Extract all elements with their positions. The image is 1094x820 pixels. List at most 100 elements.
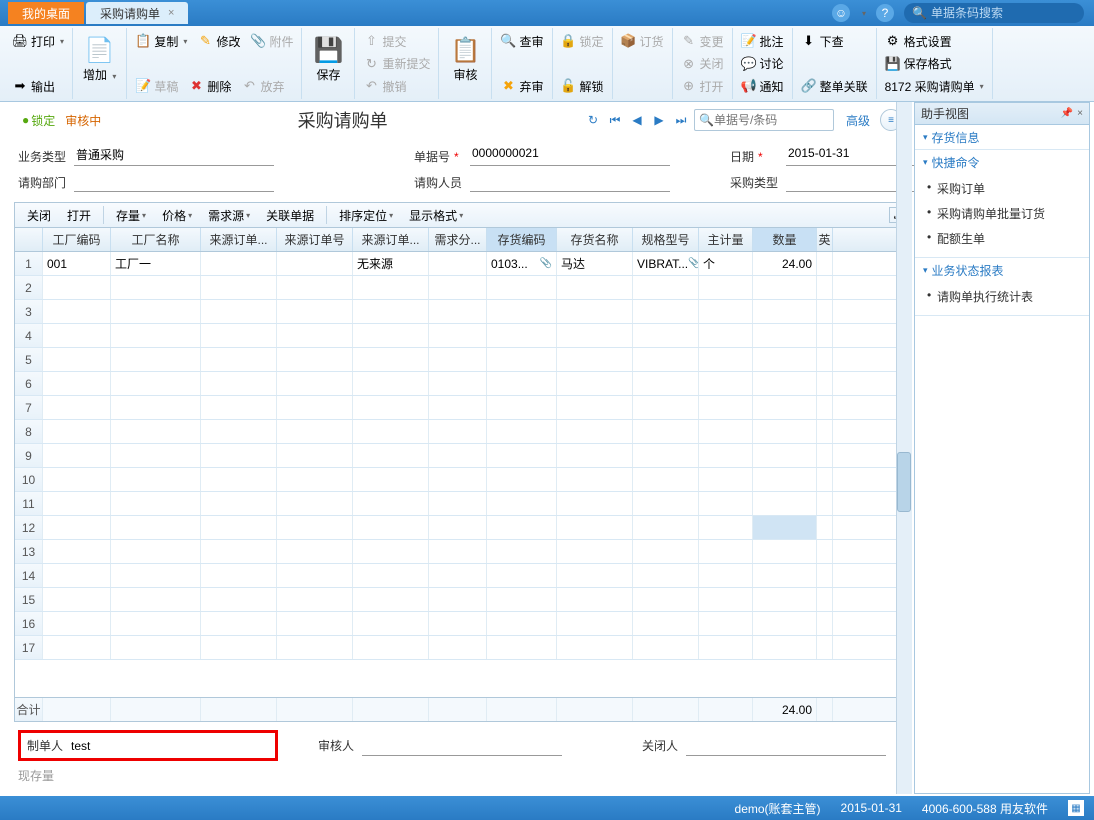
grid-sort-button[interactable]: 排序定位▾ bbox=[333, 205, 399, 226]
table-cell[interactable] bbox=[43, 636, 111, 659]
table-cell[interactable]: 个 bbox=[699, 252, 753, 275]
table-cell[interactable] bbox=[487, 420, 557, 443]
table-cell[interactable] bbox=[487, 588, 557, 611]
table-cell[interactable] bbox=[111, 372, 201, 395]
format-name-dropdown[interactable]: 8172 采购请购单▾ bbox=[881, 75, 988, 97]
open-button[interactable]: ⊕打开 bbox=[677, 75, 728, 97]
copy-button[interactable]: 📋复制▾ bbox=[131, 30, 191, 52]
print-button[interactable]: 🖨打印▾ bbox=[8, 30, 68, 52]
table-cell[interactable] bbox=[487, 396, 557, 419]
table-cell[interactable] bbox=[817, 324, 833, 347]
table-cell[interactable] bbox=[699, 444, 753, 467]
table-cell[interactable] bbox=[633, 468, 699, 491]
first-button[interactable]: ⏮ bbox=[606, 111, 624, 129]
table-cell[interactable] bbox=[557, 420, 633, 443]
table-cell[interactable]: 12 bbox=[15, 516, 43, 539]
table-cell[interactable] bbox=[817, 516, 833, 539]
table-cell[interactable]: 17 bbox=[15, 636, 43, 659]
table-cell[interactable] bbox=[353, 540, 429, 563]
table-row[interactable]: 13 bbox=[15, 540, 909, 564]
table-cell[interactable] bbox=[353, 372, 429, 395]
table-cell[interactable] bbox=[201, 372, 277, 395]
column-header[interactable]: 数量 bbox=[753, 228, 817, 251]
table-cell[interactable] bbox=[277, 540, 353, 563]
table-row[interactable]: 16 bbox=[15, 612, 909, 636]
table-cell[interactable] bbox=[557, 444, 633, 467]
table-cell[interactable] bbox=[201, 636, 277, 659]
column-header[interactable]: 工厂名称 bbox=[111, 228, 201, 251]
close-button[interactable]: ⊗关闭 bbox=[677, 53, 728, 75]
table-cell[interactable] bbox=[753, 564, 817, 587]
table-cell[interactable] bbox=[353, 300, 429, 323]
table-cell[interactable] bbox=[699, 540, 753, 563]
table-cell[interactable] bbox=[277, 492, 353, 515]
table-cell[interactable] bbox=[277, 612, 353, 635]
table-cell[interactable] bbox=[487, 636, 557, 659]
audit-button[interactable]: 📋 审核 bbox=[443, 30, 487, 87]
table-cell[interactable] bbox=[277, 444, 353, 467]
table-cell[interactable] bbox=[353, 468, 429, 491]
table-cell[interactable] bbox=[633, 420, 699, 443]
table-cell[interactable] bbox=[277, 324, 353, 347]
table-cell[interactable] bbox=[429, 564, 487, 587]
sidebar-item[interactable]: 采购订单 bbox=[915, 176, 1089, 201]
table-cell[interactable] bbox=[633, 516, 699, 539]
table-cell[interactable]: 4 bbox=[15, 324, 43, 347]
table-cell[interactable] bbox=[277, 564, 353, 587]
table-cell[interactable] bbox=[487, 444, 557, 467]
table-cell[interactable] bbox=[753, 492, 817, 515]
table-cell[interactable] bbox=[753, 612, 817, 635]
scrollbar-vertical[interactable] bbox=[896, 102, 912, 794]
table-cell[interactable] bbox=[557, 372, 633, 395]
table-row[interactable]: 10 bbox=[15, 468, 909, 492]
grid-stock-button[interactable]: 存量▾ bbox=[110, 205, 152, 226]
column-header[interactable]: 规格型号 bbox=[633, 228, 699, 251]
table-cell[interactable]: VIBRAT...📎 bbox=[633, 252, 699, 275]
table-cell[interactable] bbox=[429, 516, 487, 539]
table-cell[interactable] bbox=[753, 348, 817, 371]
refresh-button[interactable]: ↻ bbox=[584, 111, 602, 129]
table-cell[interactable] bbox=[111, 516, 201, 539]
pin-icon[interactable]: 📌 bbox=[1061, 108, 1073, 119]
table-cell[interactable] bbox=[201, 420, 277, 443]
table-cell[interactable] bbox=[111, 300, 201, 323]
table-cell[interactable] bbox=[43, 612, 111, 635]
table-cell[interactable] bbox=[487, 324, 557, 347]
grid-display-button[interactable]: 显示格式▾ bbox=[403, 205, 469, 226]
table-cell[interactable] bbox=[487, 348, 557, 371]
table-cell[interactable] bbox=[111, 348, 201, 371]
table-cell[interactable] bbox=[699, 516, 753, 539]
tab-desktop[interactable]: 我的桌面 bbox=[8, 2, 84, 24]
table-cell[interactable] bbox=[277, 276, 353, 299]
table-cell[interactable] bbox=[557, 588, 633, 611]
sidebar-section-header[interactable]: ▾业务状态报表 bbox=[915, 258, 1089, 282]
table-cell[interactable]: 11 bbox=[15, 492, 43, 515]
qr-icon[interactable]: ▦ bbox=[1068, 800, 1084, 816]
table-cell[interactable] bbox=[429, 420, 487, 443]
table-cell[interactable] bbox=[557, 396, 633, 419]
table-cell[interactable] bbox=[487, 564, 557, 587]
table-cell[interactable] bbox=[699, 372, 753, 395]
table-cell[interactable] bbox=[817, 276, 833, 299]
sidebar-section-header[interactable]: ▾存货信息 bbox=[915, 125, 1089, 149]
table-cell[interactable] bbox=[817, 444, 833, 467]
table-cell[interactable] bbox=[353, 612, 429, 635]
annotate-button[interactable]: 📝批注 bbox=[737, 30, 788, 52]
table-cell[interactable] bbox=[699, 324, 753, 347]
advanced-link[interactable]: 高级 bbox=[846, 112, 870, 129]
grid-source-button[interactable]: 需求源▾ bbox=[202, 205, 256, 226]
table-cell[interactable] bbox=[353, 492, 429, 515]
grid-open-button[interactable]: 打开 bbox=[61, 205, 97, 226]
table-cell[interactable] bbox=[201, 612, 277, 635]
table-cell[interactable] bbox=[111, 588, 201, 611]
table-cell[interactable] bbox=[353, 324, 429, 347]
table-cell[interactable] bbox=[487, 492, 557, 515]
prev-button[interactable]: ◀ bbox=[628, 111, 646, 129]
table-cell[interactable]: 10 bbox=[15, 468, 43, 491]
table-cell[interactable] bbox=[633, 372, 699, 395]
sidebar-close-icon[interactable]: × bbox=[1077, 108, 1083, 119]
sidebar-item[interactable]: 配额生单 bbox=[915, 226, 1089, 251]
table-cell[interactable] bbox=[699, 300, 753, 323]
table-cell[interactable] bbox=[353, 516, 429, 539]
tab-purchase-requisition[interactable]: 采购请购单× bbox=[86, 2, 188, 24]
